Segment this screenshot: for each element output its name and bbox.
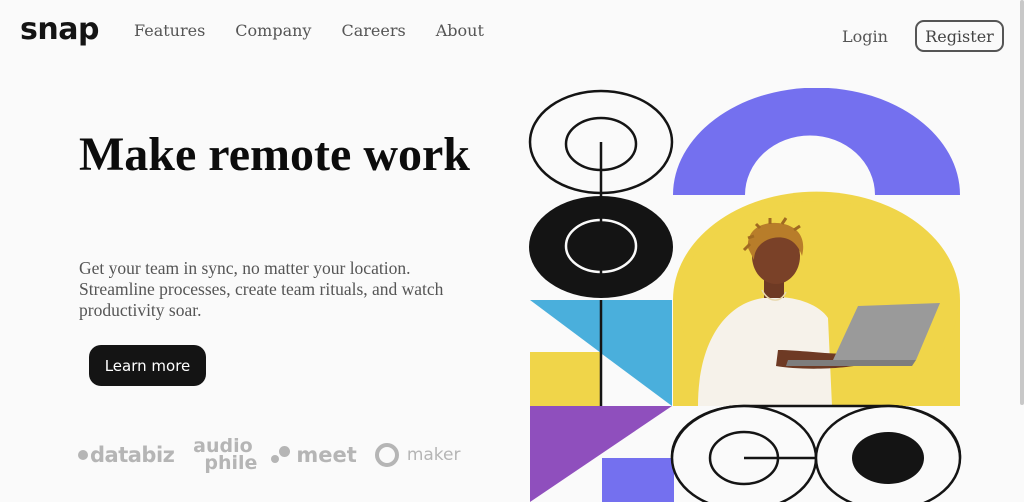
deco-bottom-dark-dot (852, 432, 924, 484)
page-scrollbar[interactable] (1020, 0, 1024, 405)
learn-more-button[interactable]: Learn more (89, 345, 206, 386)
deco-purple-block (602, 458, 674, 502)
nav-item-careers[interactable]: Careers (341, 21, 405, 40)
snap-logo[interactable]: snap (20, 12, 99, 47)
deco-bottom-ring-left (670, 404, 818, 502)
hero-description: Get your team in sync, no matter your lo… (79, 258, 444, 320)
databiz-logo-text: databiz (90, 443, 175, 467)
register-button[interactable]: Register (915, 20, 1004, 52)
audiophile-logo-line2: phile (204, 452, 258, 474)
nav-item-company[interactable]: Company (235, 21, 311, 40)
databiz-logo: databiz (78, 443, 175, 467)
audiophile-logo: audio phile (188, 437, 258, 474)
deco-purple-arch (673, 88, 960, 195)
nav-item-about[interactable]: About (436, 21, 484, 40)
meet-dots-icon (271, 444, 291, 466)
maker-logo-text: maker (406, 445, 461, 465)
maker-logo: maker (374, 443, 461, 467)
hero-photo (673, 191, 960, 407)
meet-logo-text: meet (296, 443, 357, 467)
main-nav: Features Company Careers About (134, 21, 484, 40)
databiz-dot-icon (78, 450, 88, 460)
maker-circle-icon (374, 443, 399, 467)
meet-logo: meet (271, 443, 357, 467)
hero-title: Make remote work (79, 128, 470, 181)
client-logos: databiz audio phile meet maker (78, 437, 461, 474)
nav-item-features[interactable]: Features (134, 21, 205, 40)
hero-illustration (528, 88, 962, 502)
deco-yellow-block (530, 352, 602, 406)
login-link[interactable]: Login (842, 27, 888, 46)
